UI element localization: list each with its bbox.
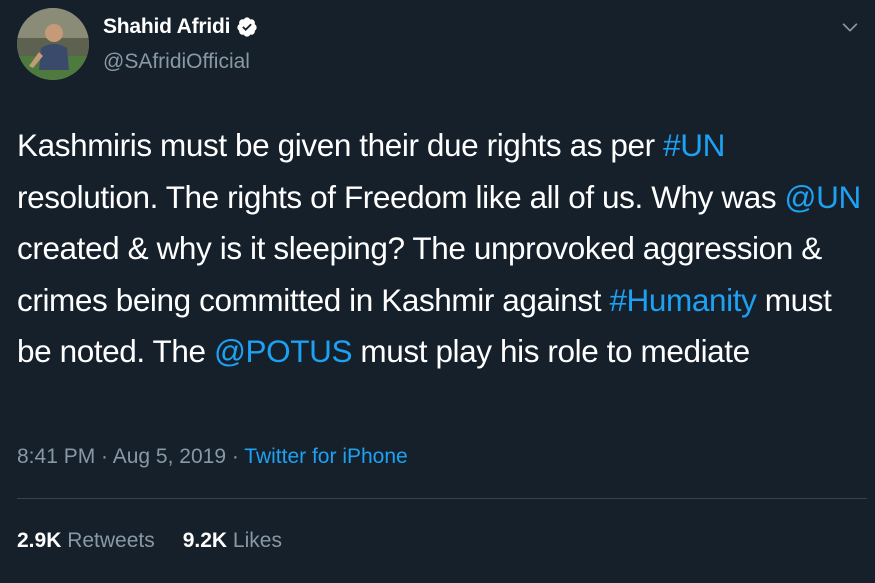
display-name[interactable]: Shahid Afridi [103, 15, 230, 39]
tweet-date[interactable]: Aug 5, 2019 [113, 445, 226, 468]
tweet-card: Shahid Afridi @SAfridiOfficial Kashmiris… [0, 0, 875, 583]
mention-link[interactable]: @UN [785, 179, 862, 215]
name-row: Shahid Afridi [103, 15, 258, 39]
meta-separator: · [95, 445, 113, 468]
retweets-count: 2.9K [17, 529, 62, 552]
user-handle[interactable]: @SAfridiOfficial [103, 50, 250, 74]
tweet-time[interactable]: 8:41 PM [17, 445, 95, 468]
tweet-stats: 2.9K Retweets 9.2K Likes [17, 529, 282, 553]
mention-link[interactable]: @POTUS [214, 333, 352, 369]
hashtag-link[interactable]: #Humanity [609, 282, 756, 318]
divider [17, 498, 867, 499]
avatar-image [17, 8, 89, 80]
retweets-label: Retweets [61, 529, 155, 552]
avatar[interactable] [17, 8, 89, 80]
tweet-source-link[interactable]: Twitter for iPhone [244, 445, 407, 468]
tweet-meta: 8:41 PM · Aug 5, 2019 · Twitter for iPho… [17, 445, 408, 469]
tweet-text: Kashmiris must be given their due rights… [17, 120, 862, 378]
retweets-stat[interactable]: 2.9K Retweets [17, 529, 155, 553]
meta-separator: · [226, 445, 245, 468]
likes-stat[interactable]: 9.2K Likes [183, 529, 282, 553]
hashtag-link[interactable]: #UN [663, 127, 725, 163]
likes-label: Likes [227, 529, 282, 552]
verified-badge-icon [237, 17, 257, 37]
likes-count: 9.2K [182, 529, 228, 552]
tweet-text-segment: must play his role to mediate [352, 333, 750, 369]
tweet-text-segment: Kashmiris must be given their due rights… [17, 127, 664, 163]
chevron-down-icon[interactable] [839, 16, 861, 38]
